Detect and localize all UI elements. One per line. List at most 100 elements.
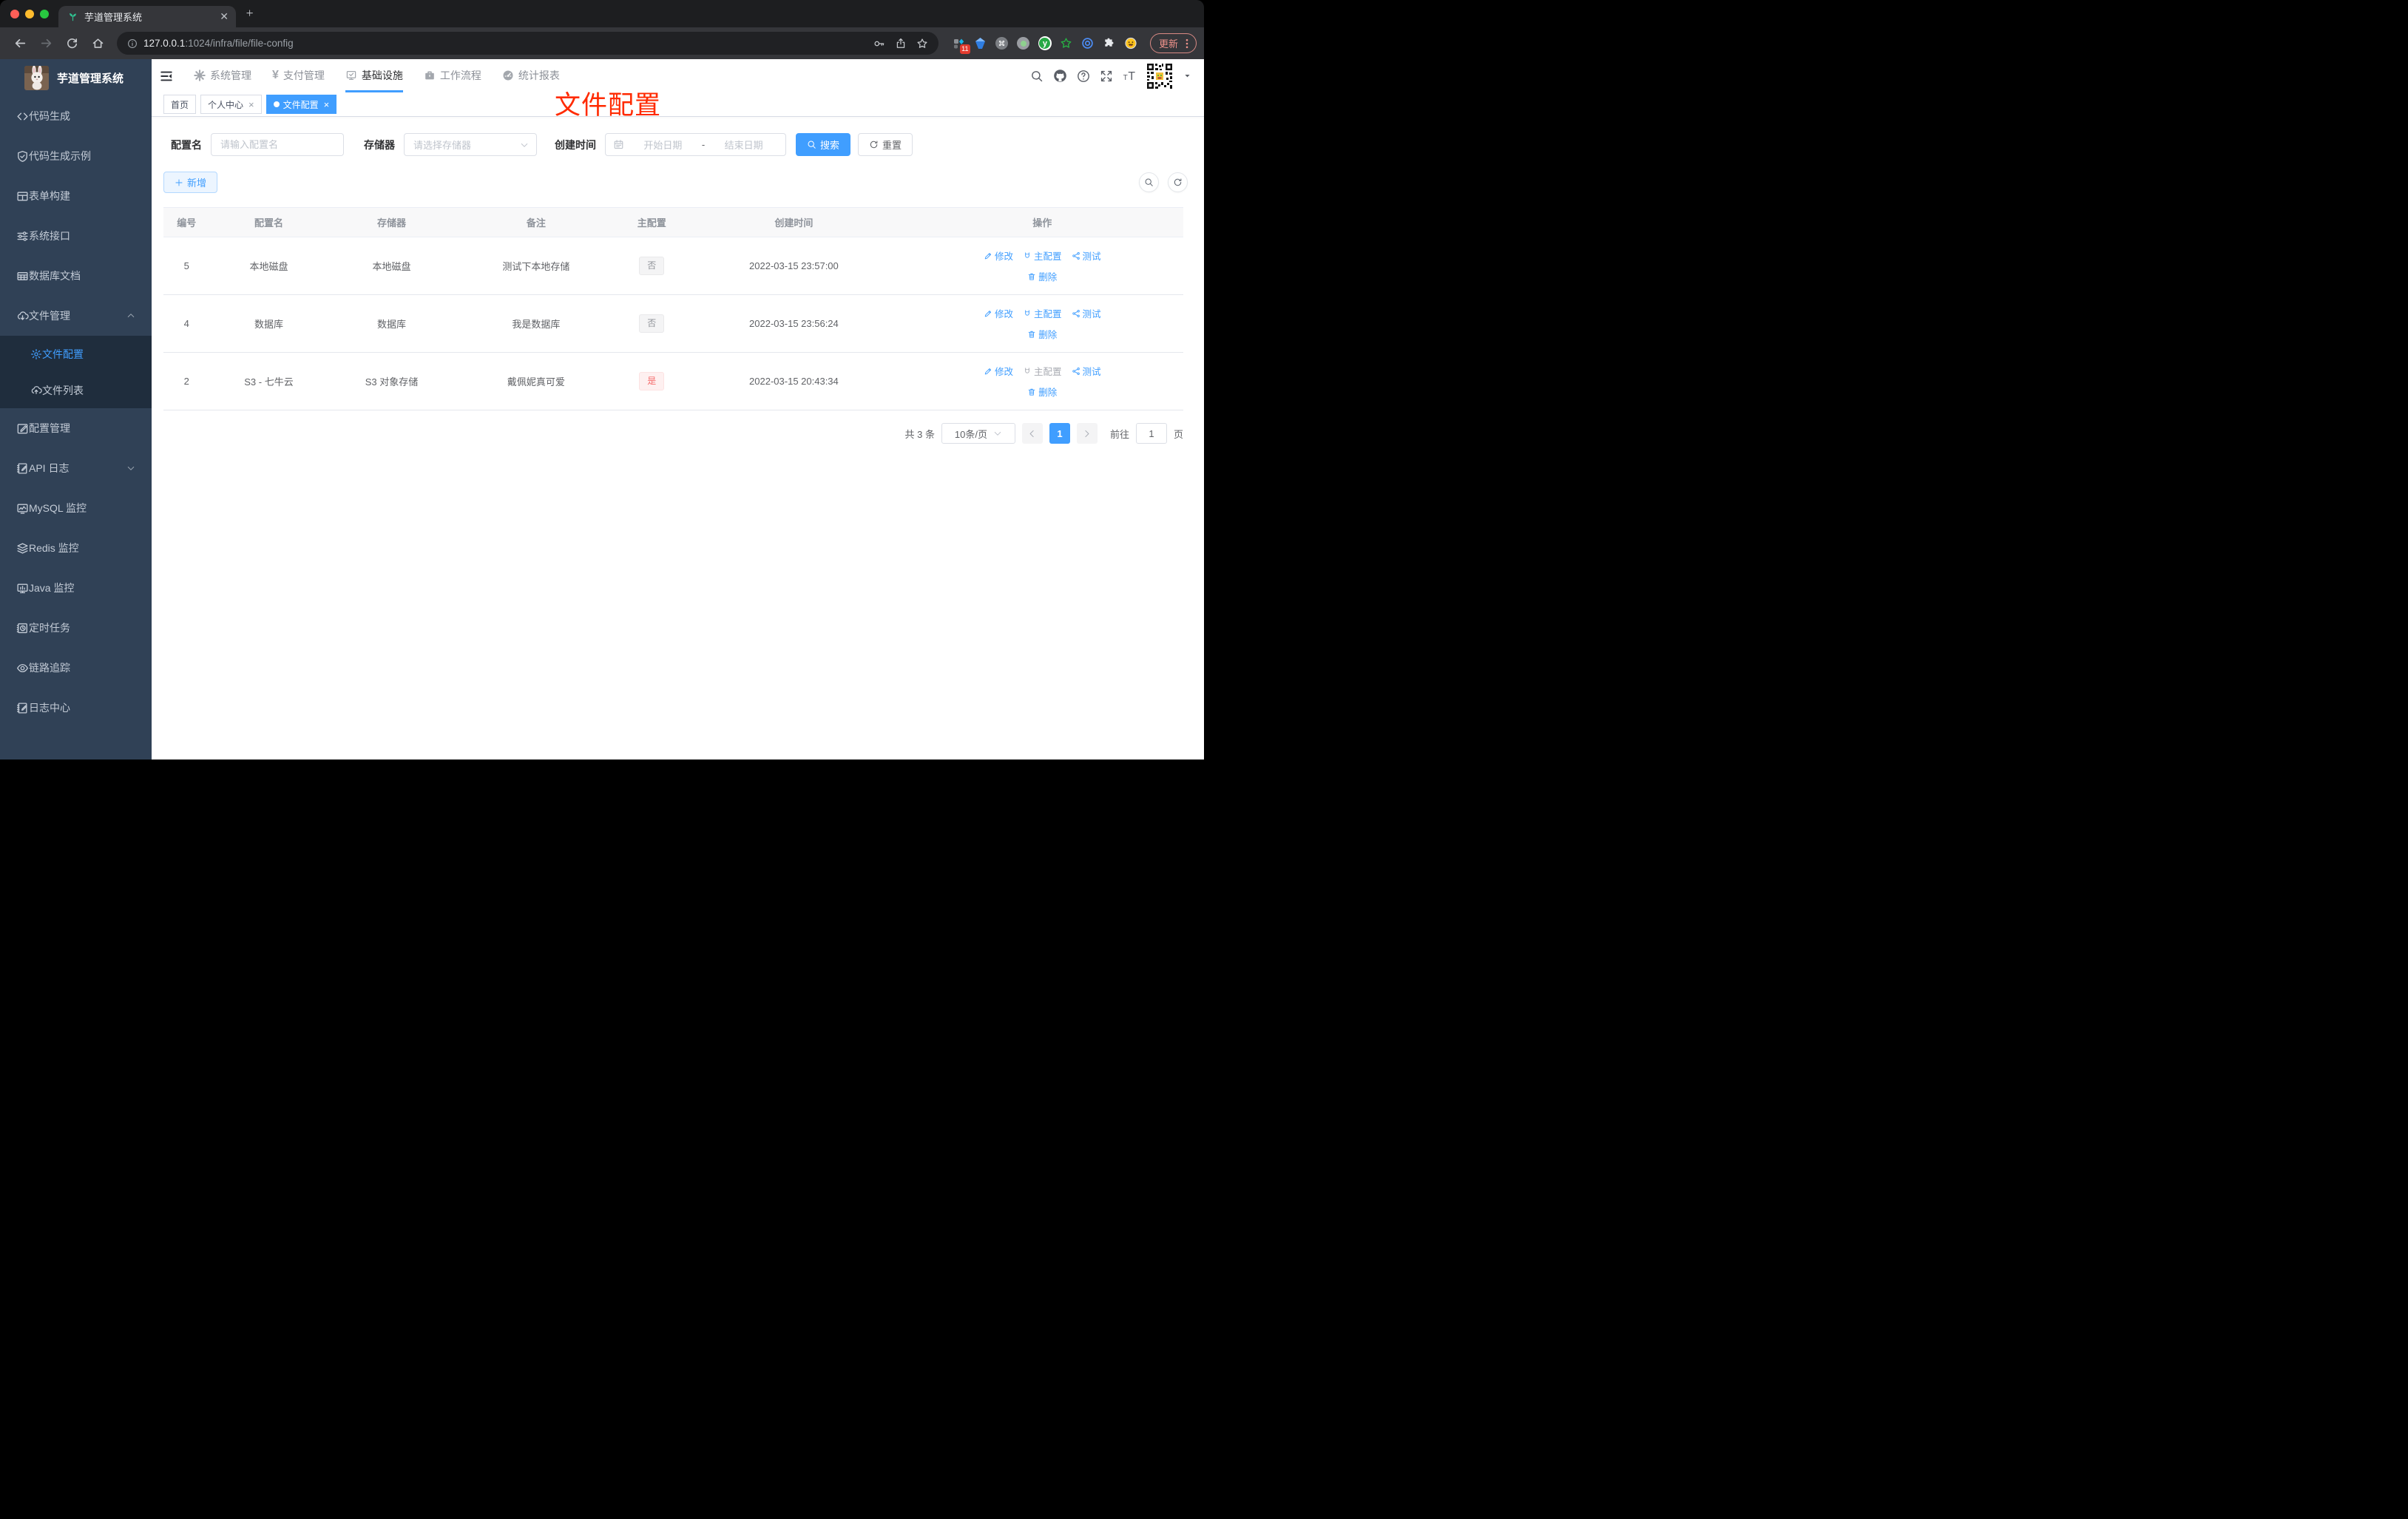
test-action[interactable]: 测试	[1072, 364, 1101, 378]
storage-select[interactable]: 请选择存储器	[404, 133, 537, 156]
sidebar-item-0[interactable]: 代码生成	[0, 96, 152, 136]
show-search-toggle-button[interactable]	[1139, 172, 1159, 192]
sidebar-item-9[interactable]: Redis 监控	[0, 528, 152, 568]
prev-page-button[interactable]	[1021, 423, 1043, 444]
close-window-button[interactable]	[10, 10, 19, 18]
sidebar-subitem-0[interactable]: 文件配置	[0, 336, 152, 372]
avatar[interactable]	[1146, 61, 1174, 90]
tag-close-icon[interactable]: ×	[248, 99, 254, 110]
font-size-icon[interactable]: TT	[1123, 70, 1136, 83]
green-star-icon[interactable]	[1060, 37, 1073, 50]
test-action[interactable]: 测试	[1072, 248, 1101, 263]
smiley-icon[interactable]	[1124, 37, 1137, 50]
sidebar-item-10[interactable]: Java 监控	[0, 568, 152, 608]
extension-generic-icon[interactable]: 11	[953, 37, 970, 54]
blue-eye-icon[interactable]	[1081, 37, 1095, 50]
browser-menu-kebab-icon[interactable]	[1181, 38, 1193, 50]
new-tab-button[interactable]	[246, 9, 257, 20]
nav-menu-1[interactable]: ¥ 支付管理	[272, 59, 325, 92]
sprout-icon	[70, 13, 76, 21]
bookmark-star-icon[interactable]	[916, 38, 928, 50]
search-icon[interactable]	[1030, 70, 1044, 83]
avatar-caret-icon[interactable]	[1183, 72, 1191, 80]
nav-menus: 系统管理 ¥ 支付管理 基础设施 工作流程 统计报表	[173, 59, 560, 92]
back-icon[interactable]	[9, 33, 31, 55]
table-header-row: 编号 配置名 存储器 备注 主配置 创建时间 操作	[163, 207, 1183, 237]
minimize-window-button[interactable]	[25, 10, 34, 18]
add-button[interactable]: 新增	[163, 172, 218, 193]
browser-tab[interactable]: 芋道管理系统 ✕	[58, 6, 236, 27]
delete-action[interactable]: 删除	[1027, 385, 1057, 399]
sidebar-item-4[interactable]: 数据库文档	[0, 256, 152, 296]
command-icon[interactable]	[995, 37, 1009, 50]
cell-remark: 戴佩妮真可爱	[455, 352, 618, 410]
goto-page-input[interactable]	[1135, 423, 1167, 444]
page-size-select[interactable]: 10条/页	[941, 423, 1015, 444]
refresh-table-button[interactable]	[1168, 172, 1188, 192]
sidebar-item-13[interactable]: 日志中心	[0, 688, 152, 728]
fullscreen-icon[interactable]	[1100, 70, 1113, 83]
gem-icon[interactable]	[974, 37, 987, 50]
logo-rabbit-avatar	[24, 65, 49, 90]
extension-badge: 11	[959, 44, 970, 54]
sidebar-item-12[interactable]: 链路追踪	[0, 648, 152, 688]
delete-action[interactable]: 删除	[1027, 327, 1057, 341]
next-page-button[interactable]	[1076, 423, 1098, 444]
sidebar-item-label: API 日志	[29, 462, 70, 474]
nav-menu-3[interactable]: 工作流程	[424, 59, 481, 92]
cell-created: 2022-03-15 20:43:34	[686, 352, 902, 410]
grey-dot-icon[interactable]	[1017, 37, 1030, 50]
test-action[interactable]: 测试	[1072, 306, 1101, 320]
date-range-picker[interactable]: 开始日期 - 结束日期	[605, 133, 786, 156]
tag-close-icon[interactable]: ×	[324, 99, 330, 110]
sidebar-item-5[interactable]: 文件管理	[0, 296, 152, 336]
sidebar-item-label: 定时任务	[29, 622, 70, 634]
github-icon[interactable]	[1053, 69, 1067, 83]
y-circle-icon[interactable]: y	[1038, 36, 1052, 50]
tag-tab-1[interactable]: 个人中心 ×	[200, 95, 262, 114]
site-info-icon[interactable]	[127, 38, 138, 49]
sidebar-item-2[interactable]: 表单构建	[0, 176, 152, 216]
reset-button[interactable]: 重置	[858, 133, 913, 156]
puzzle-icon[interactable]	[1103, 37, 1116, 50]
tag-tab-0[interactable]: 首页	[163, 95, 197, 114]
forward-icon	[41, 38, 51, 48]
master-action[interactable]: 主配置	[1023, 306, 1062, 320]
edit-action[interactable]: 修改	[984, 248, 1013, 263]
delete-action[interactable]: 删除	[1027, 269, 1057, 283]
browser-update-button[interactable]: 更新	[1149, 33, 1197, 53]
address-bar[interactable]: 127.0.0.1:1024/infra/file/file-config	[117, 32, 938, 55]
browser-window: 芋道管理系统 ✕ 127.0.0.1:1024/infra/file/file-…	[0, 0, 1204, 760]
master-action[interactable]: 主配置	[1023, 248, 1062, 263]
sidebar-item-7[interactable]: API 日志	[0, 448, 152, 488]
edit-action[interactable]: 修改	[984, 364, 1013, 378]
nav-menu-0[interactable]: 系统管理	[194, 59, 251, 92]
forward-icon[interactable]	[35, 33, 57, 55]
nav-menu-label: 支付管理	[283, 70, 325, 81]
tab-close-icon[interactable]: ✕	[220, 10, 229, 23]
sidebar-item-3[interactable]: 系统接口	[0, 216, 152, 256]
help-icon[interactable]	[1077, 70, 1090, 83]
sidebar-item-6[interactable]: 配置管理	[0, 408, 152, 448]
nav-menu-2[interactable]: 基础设施	[345, 59, 403, 92]
home-icon[interactable]	[87, 33, 109, 55]
sidebar-item-11[interactable]: 定时任务	[0, 608, 152, 648]
sidebar-item-8[interactable]: MySQL 监控	[0, 488, 152, 528]
share-page-icon[interactable]	[895, 38, 907, 50]
reload-icon[interactable]	[61, 33, 83, 55]
sidebar-subitem-1[interactable]: 文件列表	[0, 372, 152, 408]
password-key-icon[interactable]	[873, 38, 885, 50]
sidebar-logo[interactable]: 芋道管理系统	[0, 59, 152, 96]
menu-fold-icon[interactable]	[160, 70, 173, 83]
zoom-window-button[interactable]	[40, 10, 49, 18]
nav-menu-4[interactable]: 统计报表	[502, 59, 560, 92]
pagination: 共 3 条 10条/页 1 前往 页	[163, 423, 1183, 444]
config-name-input[interactable]	[211, 133, 344, 156]
sidebar-item-1[interactable]: 代码生成示例	[0, 136, 152, 176]
cell-id: 5	[163, 237, 210, 295]
tag-tab-2[interactable]: 文件配置 ×	[266, 95, 337, 114]
search-button[interactable]: 搜索	[796, 133, 851, 156]
edit-action[interactable]: 修改	[984, 306, 1013, 320]
gear-icon	[30, 348, 42, 359]
current-page-button[interactable]: 1	[1049, 423, 1070, 444]
